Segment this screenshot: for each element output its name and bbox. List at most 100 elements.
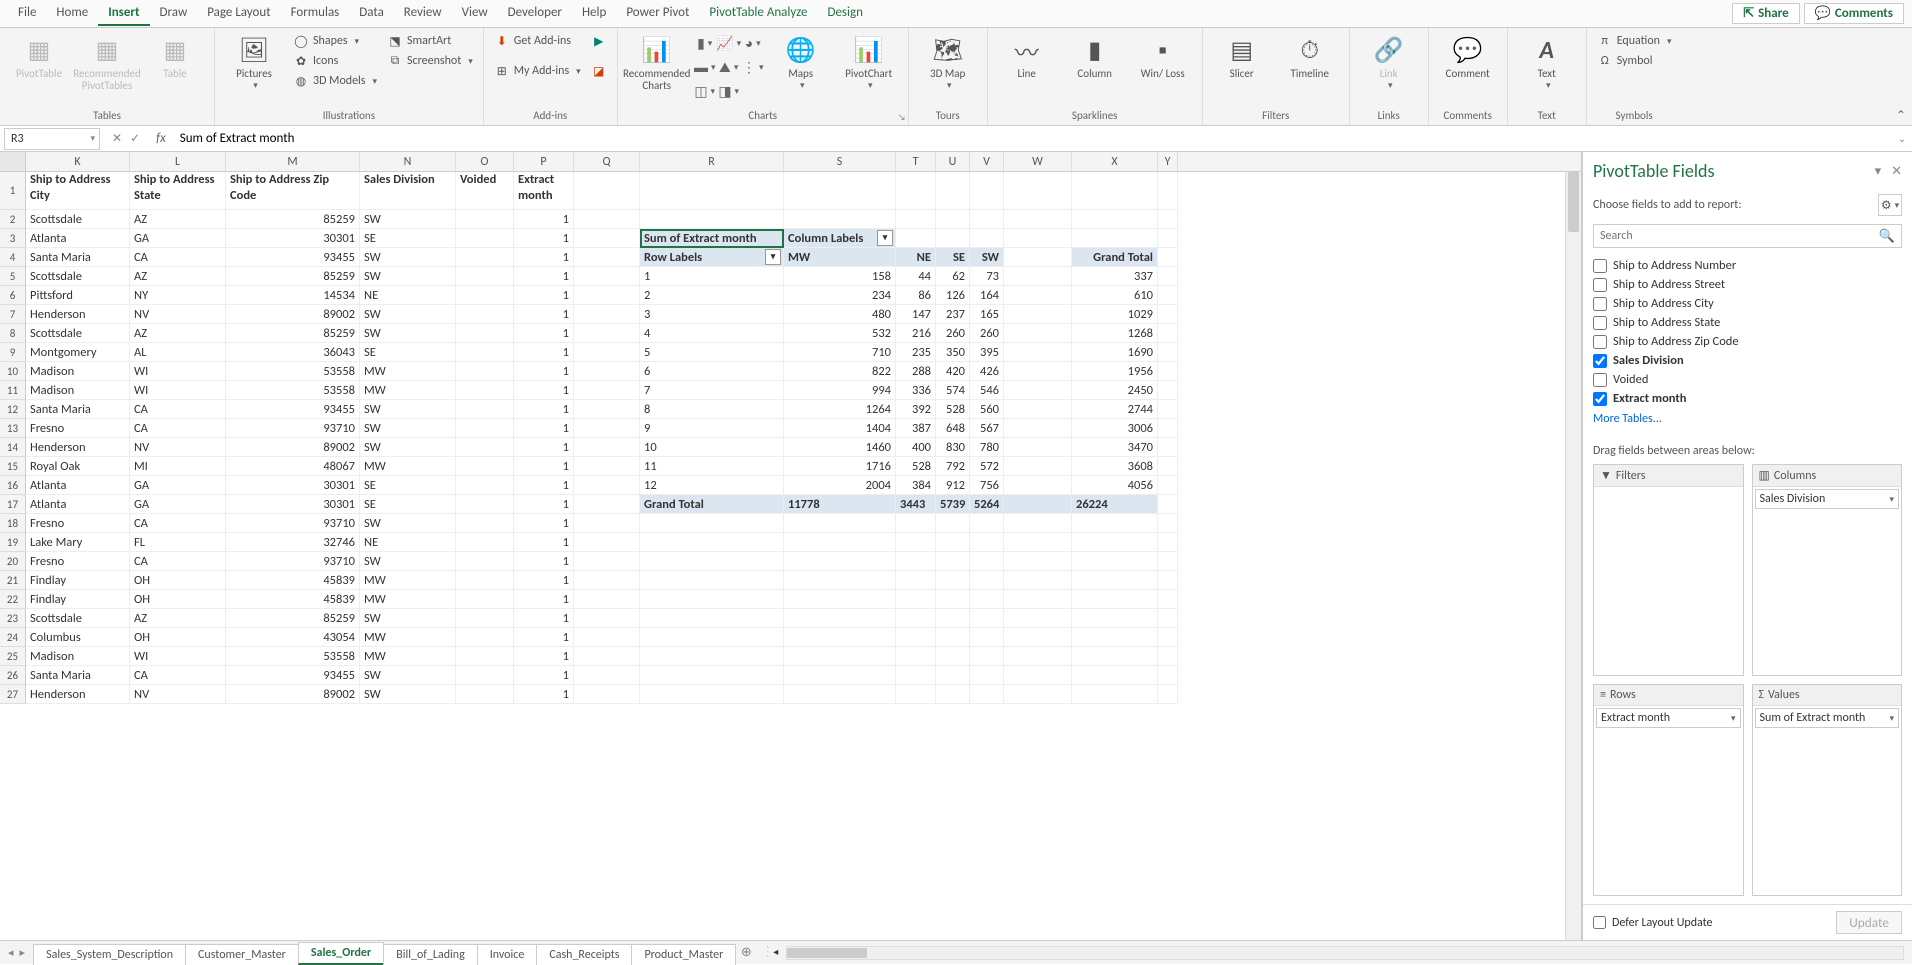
cell[interactable]: 7 xyxy=(640,381,784,400)
tab-power-pivot[interactable]: Power Pivot xyxy=(616,1,699,26)
cell[interactable] xyxy=(1072,628,1158,647)
cell[interactable]: Ship to Address Zip Code xyxy=(226,172,360,210)
row-header[interactable]: 24 xyxy=(0,628,26,647)
cell[interactable] xyxy=(574,571,640,590)
row-header[interactable]: 17 xyxy=(0,495,26,514)
cancel-formula-icon[interactable]: ✕ xyxy=(112,131,122,146)
cell[interactable] xyxy=(456,305,514,324)
cell[interactable] xyxy=(1158,666,1178,685)
formula-input[interactable] xyxy=(174,129,1892,148)
row-header[interactable]: 22 xyxy=(0,590,26,609)
cell[interactable]: NV xyxy=(130,438,226,457)
field-item[interactable]: Ship to Address Zip Code xyxy=(1593,332,1906,351)
cell[interactable] xyxy=(1158,210,1178,229)
cell[interactable]: Henderson xyxy=(26,305,130,324)
cell[interactable]: AZ xyxy=(130,609,226,628)
cell[interactable]: MW xyxy=(360,362,456,381)
cell[interactable]: 1 xyxy=(640,267,784,286)
cell[interactable] xyxy=(936,685,970,704)
cell[interactable]: CA xyxy=(130,248,226,267)
cell[interactable]: NV xyxy=(130,305,226,324)
tab-home[interactable]: Home xyxy=(46,1,98,26)
cell[interactable] xyxy=(936,628,970,647)
col-header[interactable]: K xyxy=(26,152,130,171)
cell[interactable] xyxy=(1158,647,1178,666)
cell[interactable]: 32746 xyxy=(226,533,360,552)
tab-view[interactable]: View xyxy=(452,1,498,26)
3d-map-button[interactable]: 🗺3D Map xyxy=(917,32,979,91)
cell[interactable] xyxy=(936,590,970,609)
get-addins-button[interactable]: ⬇Get Add-ins xyxy=(492,32,583,50)
rows-item[interactable]: Extract month xyxy=(1596,708,1741,728)
cell[interactable]: NE xyxy=(896,248,936,267)
row-header[interactable]: 9 xyxy=(0,343,26,362)
cell[interactable]: AZ xyxy=(130,324,226,343)
cell[interactable] xyxy=(784,172,896,210)
sheet-tab[interactable]: Invoice xyxy=(477,944,538,965)
cell[interactable]: 1 xyxy=(514,685,574,704)
cell[interactable] xyxy=(640,685,784,704)
cell[interactable]: 164 xyxy=(970,286,1004,305)
cell[interactable] xyxy=(574,628,640,647)
col-header[interactable]: U xyxy=(936,152,970,171)
cell[interactable] xyxy=(574,514,640,533)
cell[interactable]: 1264 xyxy=(784,400,896,419)
column-chart-icon[interactable]: ▮ xyxy=(694,32,716,54)
cell[interactable]: 53558 xyxy=(226,362,360,381)
cell[interactable]: 2450 xyxy=(1072,381,1158,400)
cell[interactable] xyxy=(896,628,936,647)
cell[interactable]: CA xyxy=(130,419,226,438)
cell[interactable]: Atlanta xyxy=(26,229,130,248)
cell[interactable]: 1716 xyxy=(784,457,896,476)
field-checkbox[interactable] xyxy=(1593,392,1607,406)
row-header[interactable]: 13 xyxy=(0,419,26,438)
field-checkbox[interactable] xyxy=(1593,354,1607,368)
cell[interactable] xyxy=(970,229,1004,248)
cell[interactable] xyxy=(574,286,640,305)
row-header[interactable]: 3 xyxy=(0,229,26,248)
cell[interactable] xyxy=(456,229,514,248)
horizontal-scrollbar[interactable] xyxy=(786,946,1904,960)
row-header[interactable]: 26 xyxy=(0,666,26,685)
cell[interactable] xyxy=(1158,685,1178,704)
cell[interactable]: MW xyxy=(784,248,896,267)
scatter-chart-icon[interactable]: ⋮ xyxy=(742,56,764,78)
cell[interactable]: Fresno xyxy=(26,552,130,571)
cell[interactable]: 1 xyxy=(514,210,574,229)
cell[interactable] xyxy=(456,248,514,267)
cell[interactable] xyxy=(896,590,936,609)
col-header[interactable]: T xyxy=(896,152,936,171)
text-button[interactable]: AText xyxy=(1516,32,1578,91)
field-item[interactable]: Ship to Address City xyxy=(1593,294,1906,313)
cell[interactable]: 62 xyxy=(936,267,970,286)
cell[interactable]: 3470 xyxy=(1072,438,1158,457)
cell[interactable]: 43054 xyxy=(226,628,360,647)
timeline-button[interactable]: ⏱Timeline xyxy=(1279,32,1341,80)
cell[interactable] xyxy=(970,514,1004,533)
cell[interactable] xyxy=(1004,666,1072,685)
cell[interactable]: 5264 xyxy=(970,495,1004,514)
cell[interactable] xyxy=(936,666,970,685)
cell[interactable]: MW xyxy=(360,571,456,590)
cell[interactable] xyxy=(1004,628,1072,647)
cell[interactable] xyxy=(1158,457,1178,476)
filters-area[interactable]: ▼Filters xyxy=(1593,464,1744,676)
cell[interactable]: AZ xyxy=(130,210,226,229)
cell[interactable]: Scottsdale xyxy=(26,609,130,628)
cell[interactable]: 1 xyxy=(514,457,574,476)
bar-chart-icon[interactable]: ▬ xyxy=(694,56,716,78)
cell[interactable] xyxy=(1158,552,1178,571)
cell[interactable] xyxy=(784,628,896,647)
cell[interactable] xyxy=(896,514,936,533)
cell[interactable] xyxy=(1004,324,1072,343)
cell[interactable]: 216 xyxy=(896,324,936,343)
cell[interactable] xyxy=(640,609,784,628)
pictures-button[interactable]: 🖼Pictures xyxy=(223,32,285,91)
row-header[interactable]: 18 xyxy=(0,514,26,533)
cell[interactable]: AZ xyxy=(130,267,226,286)
sheet-nav-first-icon[interactable]: ◂ xyxy=(8,946,14,959)
cell[interactable] xyxy=(574,210,640,229)
cell[interactable] xyxy=(970,552,1004,571)
cell[interactable] xyxy=(640,533,784,552)
cell[interactable]: SW xyxy=(360,305,456,324)
